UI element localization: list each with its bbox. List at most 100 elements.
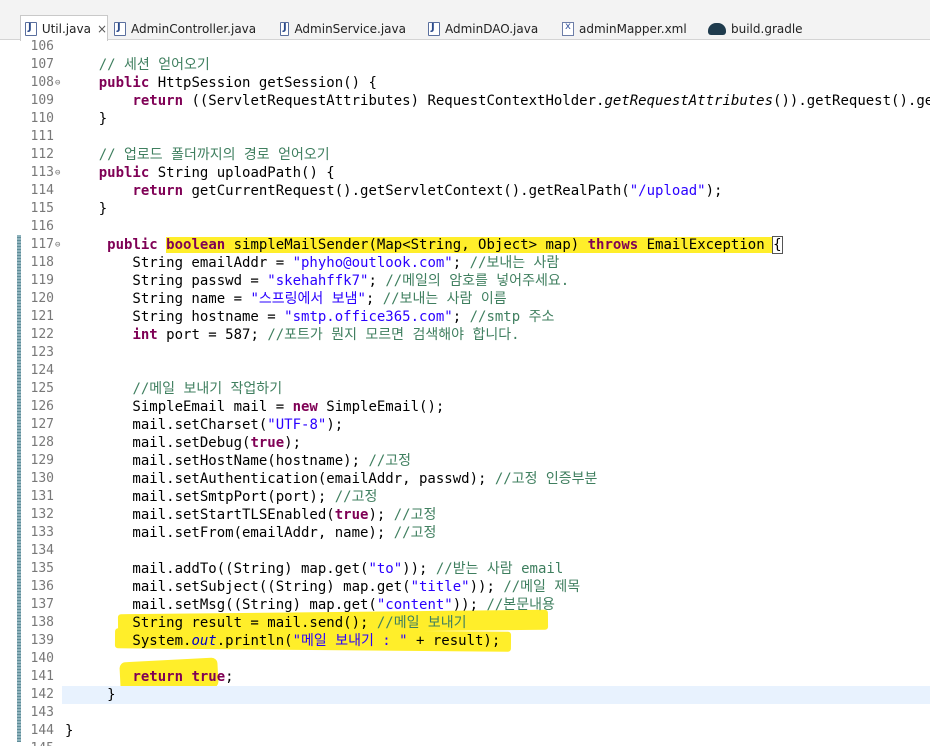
- code-line[interactable]: public boolean simpleMailSender(Map<Stri…: [65, 236, 783, 254]
- code-line[interactable]: mail.setMsg((String) map.get("content"))…: [65, 596, 554, 614]
- code-token: String emailAddr =: [65, 255, 293, 271]
- code-token: "to": [368, 561, 403, 577]
- code-token: );: [368, 507, 394, 523]
- code-token: //고정: [334, 489, 378, 505]
- code-line[interactable]: }: [65, 110, 107, 128]
- code-line[interactable]: return true;: [65, 668, 233, 686]
- line-number: 118: [30, 255, 54, 270]
- fold-toggle-icon[interactable]: ⊖: [55, 74, 60, 92]
- line-number: 113: [30, 165, 54, 180]
- close-tab-icon[interactable]: ×: [97, 22, 107, 36]
- code-line[interactable]: mail.setFrom(emailAddr, name); //고정: [65, 524, 436, 542]
- code-line[interactable]: // 세션 얻어오기: [65, 56, 210, 74]
- code-line[interactable]: mail.setSubject((String) map.get("title"…: [65, 578, 580, 596]
- line-number: 131: [30, 489, 54, 504]
- tab-adminmapper-xml[interactable]: adminMapper.xml: [558, 17, 688, 41]
- code-token: ;: [368, 273, 386, 289]
- tab-admincontroller-java[interactable]: AdminController.java: [110, 17, 260, 41]
- current-line-highlight: [62, 686, 930, 704]
- code-token: public: [98, 165, 150, 181]
- line-number: 112: [30, 147, 54, 162]
- code-line[interactable]: mail.setSmtpPort(port); //고정: [65, 488, 377, 506]
- line-number: 143: [30, 705, 54, 720]
- code-line[interactable]: String result = mail.send(); //메일 보내기: [65, 614, 467, 632]
- code-token: .println(: [216, 633, 293, 649]
- code-token: ((ServletRequestAttributes) RequestConte…: [183, 93, 605, 109]
- code-token: "skehahffk7": [267, 273, 369, 289]
- line-number: 135: [30, 561, 54, 576]
- code-token: out: [191, 633, 217, 649]
- code-token: SimpleEmail mail =: [65, 399, 293, 415]
- tab-admindao-java[interactable]: AdminDAO.java: [424, 17, 542, 41]
- code-line[interactable]: mail.setAuthentication(emailAddr, passwd…: [65, 470, 597, 488]
- line-number: 141: [30, 669, 54, 684]
- code-line[interactable]: mail.setHostName(hostname); //고정: [65, 452, 411, 470]
- code-line[interactable]: System.out.println("메일 보내기 : " + result)…: [65, 632, 500, 650]
- code-token: mail.setDebug(: [65, 435, 251, 451]
- line-number: 107: [30, 57, 54, 72]
- code-line[interactable]: mail.setStartTLSEnabled(true); //고정: [65, 506, 436, 524]
- code-token: mail.setHostName(hostname);: [65, 453, 369, 469]
- code-line[interactable]: return ((ServletRequestAttributes) Reque…: [65, 92, 930, 110]
- fold-toggle-icon[interactable]: ⊖: [55, 236, 60, 254]
- code-token: //포트가 뭔지 모르면 검색해야 합니다.: [267, 327, 520, 343]
- line-number: 140: [30, 651, 54, 666]
- fold-toggle-icon[interactable]: ⊖: [55, 164, 60, 182]
- code-editor[interactable]: 106 107 108 ⊖ 109 110 111 112 113 ⊖ 114 115 116 117 ⊖ 1…: [0, 40, 930, 746]
- code-line[interactable]: }: [65, 722, 73, 740]
- code-line[interactable]: SimpleEmail mail = new SimpleEmail();: [65, 398, 444, 416]
- code-token: return: [132, 93, 184, 109]
- code-line[interactable]: String name = "스프링에서 보냄"; //보내는 사람 이름: [65, 290, 506, 308]
- line-number: 142: [30, 687, 54, 702]
- code-line[interactable]: }: [65, 200, 107, 218]
- code-token: //smtp 주소: [469, 309, 555, 325]
- xml-file-icon: [562, 21, 574, 36]
- code-token: "메일 보내기 : ": [292, 633, 408, 649]
- line-number: 115: [30, 201, 54, 216]
- code-line[interactable]: return getCurrentRequest().getServletCon…: [65, 182, 722, 200]
- gradle-file-icon: [708, 23, 726, 35]
- code-token: + result);: [407, 633, 501, 649]
- line-number: 125: [30, 381, 54, 396]
- code-line[interactable]: int port = 587; //포트가 뭔지 모르면 검색해야 합니다.: [65, 326, 520, 344]
- code-line[interactable]: public HttpSession getSession() {: [65, 74, 377, 92]
- code-token: {: [772, 236, 783, 254]
- code-line[interactable]: mail.setDebug(true);: [65, 434, 301, 452]
- code-token: );: [326, 417, 344, 433]
- code-line[interactable]: // 업로드 폴더까지의 경로 얻어오기: [65, 146, 330, 164]
- line-number: 136: [30, 579, 54, 594]
- code-token: int: [132, 327, 158, 343]
- code-token: String uploadPath() {: [149, 165, 335, 181]
- code-token: //고정 인증부분: [494, 471, 598, 487]
- eclipse-editor-window: Util.java × AdminController.java AdminServi…: [0, 0, 930, 746]
- line-number: 116: [30, 219, 54, 234]
- code-token: }: [65, 723, 74, 739]
- code-line[interactable]: mail.setCharset("UTF-8");: [65, 416, 343, 434]
- tab-util-java[interactable]: Util.java ×: [20, 15, 108, 41]
- code-token: //보내는 사람: [469, 255, 560, 271]
- code-line[interactable]: String hostname = "smtp.office365.com"; …: [65, 308, 554, 326]
- code-line[interactable]: }: [65, 686, 116, 704]
- line-number: 106: [30, 40, 54, 54]
- tab-label: AdminService.java: [294, 22, 406, 36]
- tab-build-gradle[interactable]: build.gradle: [704, 17, 804, 41]
- code-line[interactable]: mail.addTo((String) map.get("to")); //받는…: [65, 560, 563, 578]
- code-token: "content": [376, 597, 453, 613]
- code-line[interactable]: String passwd = "skehahffk7"; //메일의 암호를 …: [65, 272, 569, 290]
- line-number: 138: [30, 615, 54, 630]
- code-line[interactable]: public String uploadPath() {: [65, 164, 335, 182]
- code-token: //고정: [368, 453, 412, 469]
- tab-label: build.gradle: [731, 22, 803, 36]
- code-token: ;: [452, 255, 470, 271]
- line-number: 144: [30, 723, 54, 738]
- code-token: }: [65, 687, 116, 703]
- code-token: //고정: [393, 525, 437, 541]
- tab-adminservice-java[interactable]: AdminService.java: [276, 17, 406, 41]
- code-token: ));: [402, 561, 436, 577]
- code-token: //메일 보내기: [376, 615, 467, 631]
- code-line[interactable]: String emailAddr = "phyho@outlook.com"; …: [65, 254, 559, 272]
- code-line[interactable]: //메일 보내기 작업하기: [65, 380, 282, 398]
- code-token: mail.setFrom(emailAddr, name);: [65, 525, 394, 541]
- code-token: true: [191, 669, 226, 685]
